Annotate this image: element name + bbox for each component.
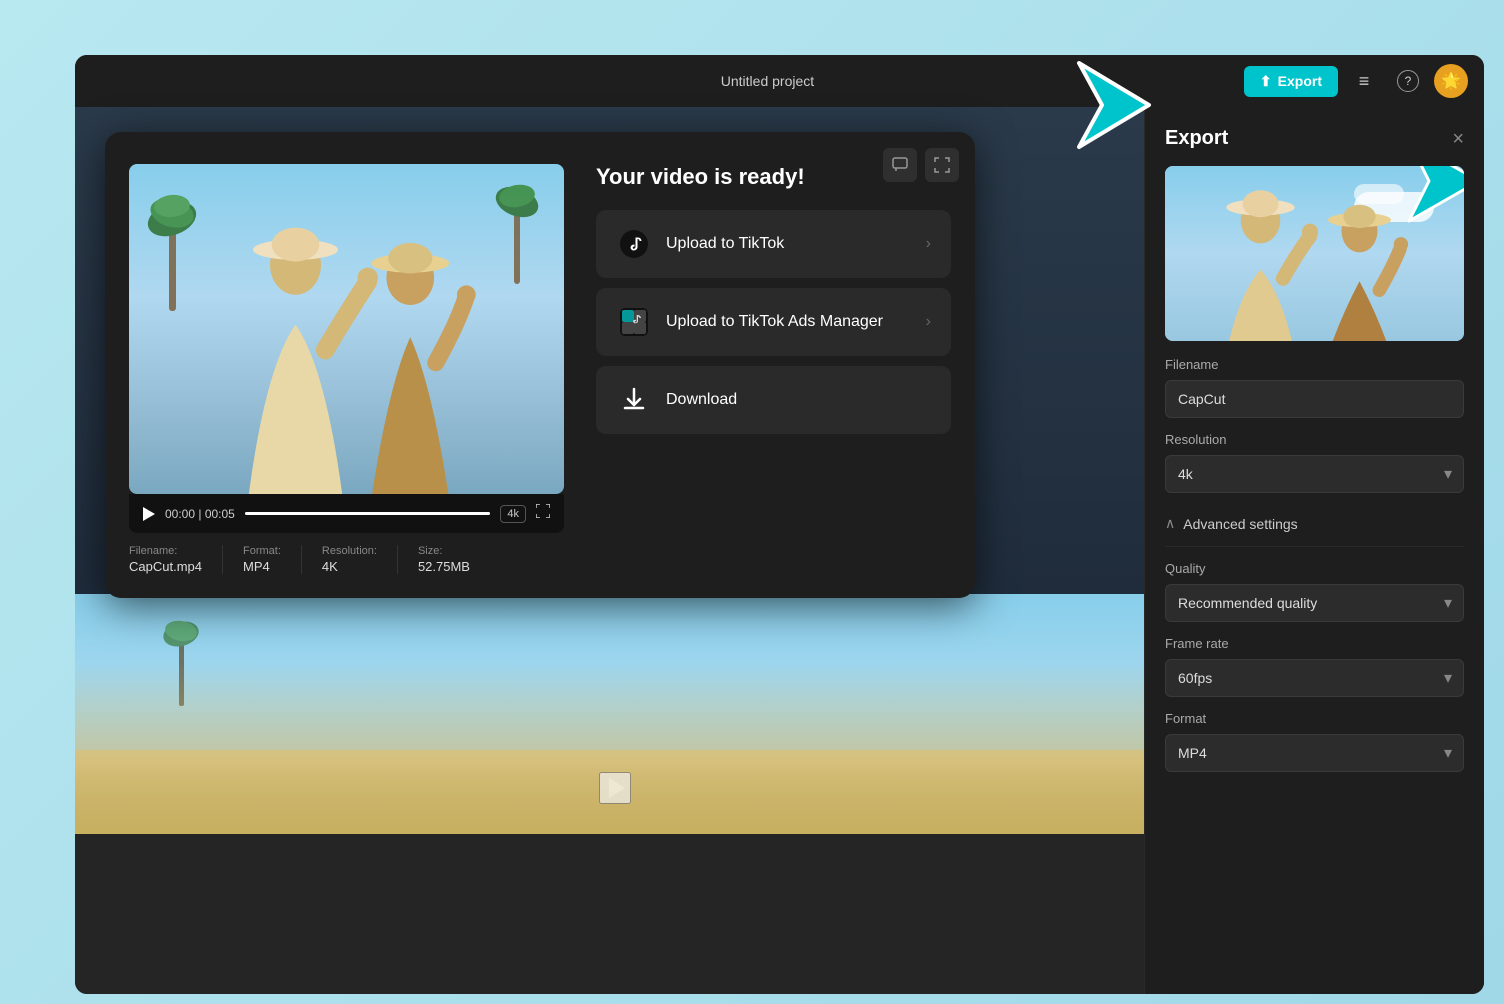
progress-bar[interactable] <box>245 512 491 515</box>
cursor-arrow-container <box>1399 166 1464 216</box>
upload-tiktok-button[interactable]: Upload to TikTok › <box>596 210 951 278</box>
format-select[interactable]: MP4 MOV GIF <box>1165 734 1464 772</box>
filename-field: Filename <box>1145 357 1484 432</box>
bg-play-button[interactable] <box>599 772 631 804</box>
quality-badge: 4k <box>500 505 526 523</box>
export-panel-title: Export <box>1165 127 1228 150</box>
layers-icon: ≡ <box>1359 71 1370 92</box>
avatar-button[interactable]: 🌟 <box>1434 64 1468 98</box>
comment-icon <box>892 157 908 173</box>
format-info: Format: MP4 <box>243 545 302 574</box>
play-icon <box>601 774 629 802</box>
people-silhouette <box>129 214 564 495</box>
arrow-icon-tiktok: › <box>926 235 931 253</box>
size-info: Size: 52.75MB <box>418 545 490 574</box>
export-button[interactable]: ⬆ Export <box>1244 66 1338 97</box>
quality-label: Quality <box>1165 561 1464 576</box>
editor-window: Untitled project ⬆ Export ≡ ? 🌟 <box>75 55 1484 994</box>
format-label: Format <box>1165 711 1464 726</box>
persons-group <box>75 664 1154 834</box>
framerate-select[interactable]: 24fps 30fps 60fps <box>1165 659 1464 697</box>
avatar-icon: 🌟 <box>1441 71 1461 91</box>
play-button[interactable] <box>143 507 155 521</box>
expand-icon <box>934 157 950 173</box>
fullscreen-dialog-button[interactable] <box>925 148 959 182</box>
export-upload-icon: ⬆ <box>1260 73 1272 90</box>
upload-tiktok-ads-button[interactable]: Upload to TikTok Ads Manager › <box>596 288 951 356</box>
advanced-settings-toggle[interactable]: ∧ Advanced settings <box>1145 507 1484 546</box>
tiktok-logo <box>619 229 649 259</box>
export-panel-header: Export × <box>1145 107 1484 166</box>
download-button[interactable]: Download <box>596 366 951 434</box>
filename-input[interactable] <box>1165 380 1464 418</box>
current-time: 00:00 | 00:05 <box>165 507 235 521</box>
fullscreen-icon <box>536 504 550 518</box>
format-select-wrapper: MP4 MOV GIF <box>1165 734 1464 772</box>
chevron-up-icon: ∧ <box>1165 515 1175 532</box>
cursor-arrow-icon <box>1399 166 1464 226</box>
play-icon-btn <box>143 507 155 521</box>
download-icon-container <box>616 382 652 418</box>
framerate-select-wrapper: 24fps 30fps 60fps <box>1165 659 1464 697</box>
arrow-icon-tiktok-ads: › <box>926 313 931 331</box>
format-field: Format MP4 MOV GIF <box>1145 711 1484 786</box>
quality-select[interactable]: Recommended quality High quality Low qua… <box>1165 584 1464 622</box>
dialog-actions: Your video is ready! Upload to TikTok › <box>596 164 951 574</box>
layers-button[interactable]: ≡ <box>1346 63 1382 99</box>
project-title: Untitled project <box>721 73 814 89</box>
resolution-label: Resolution <box>1165 432 1464 447</box>
tiktok-ads-icon <box>616 304 652 340</box>
help-icon: ? <box>1397 70 1419 92</box>
resolution-info: Resolution: 4K <box>322 545 398 574</box>
comment-button[interactable] <box>883 148 917 182</box>
download-icon <box>619 385 649 415</box>
export-thumbnail <box>1165 166 1464 341</box>
resolution-select-wrapper: 4k 2K 1080p <box>1165 455 1464 493</box>
video-thumbnail <box>129 164 564 494</box>
top-bar: Untitled project ⬆ Export ≡ ? 🌟 <box>75 55 1484 107</box>
fullscreen-video-button[interactable] <box>536 504 550 523</box>
resolution-field: Resolution 4k 2K 1080p <box>1145 432 1484 507</box>
close-export-button[interactable]: × <box>1452 129 1464 149</box>
filename-info: Filename: CapCut.mp4 <box>129 545 223 574</box>
filename-label: Filename <box>1165 357 1464 372</box>
help-button[interactable]: ? <box>1390 63 1426 99</box>
top-bar-right: ⬆ Export ≡ ? 🌟 <box>1244 63 1468 99</box>
thumb-bg <box>129 164 564 494</box>
quality-field: Quality Recommended quality High quality… <box>1145 561 1484 636</box>
video-controls: 00:00 | 00:05 4k <box>129 494 564 533</box>
file-info: Filename: CapCut.mp4 Format: MP4 Resolut… <box>129 533 564 574</box>
dialog-top-icons <box>883 148 959 182</box>
tiktok-ads-logo <box>619 307 649 337</box>
export-panel: Export × <box>1144 107 1484 994</box>
framerate-field: Frame rate 24fps 30fps 60fps <box>1145 636 1484 711</box>
progress-fill <box>245 512 491 515</box>
dialog-content: 00:00 | 00:05 4k <box>129 164 951 574</box>
video-dialog: 00:00 | 00:05 4k <box>105 132 975 598</box>
divider <box>1165 546 1464 547</box>
framerate-label: Frame rate <box>1165 636 1464 651</box>
quality-select-wrapper: Recommended quality High quality Low qua… <box>1165 584 1464 622</box>
editor-main: 00:00 | 00:05 4k <box>75 107 1484 994</box>
resolution-select[interactable]: 4k 2K 1080p <box>1165 455 1464 493</box>
video-preview-panel: 00:00 | 00:05 4k <box>129 164 564 574</box>
tiktok-icon <box>616 226 652 262</box>
